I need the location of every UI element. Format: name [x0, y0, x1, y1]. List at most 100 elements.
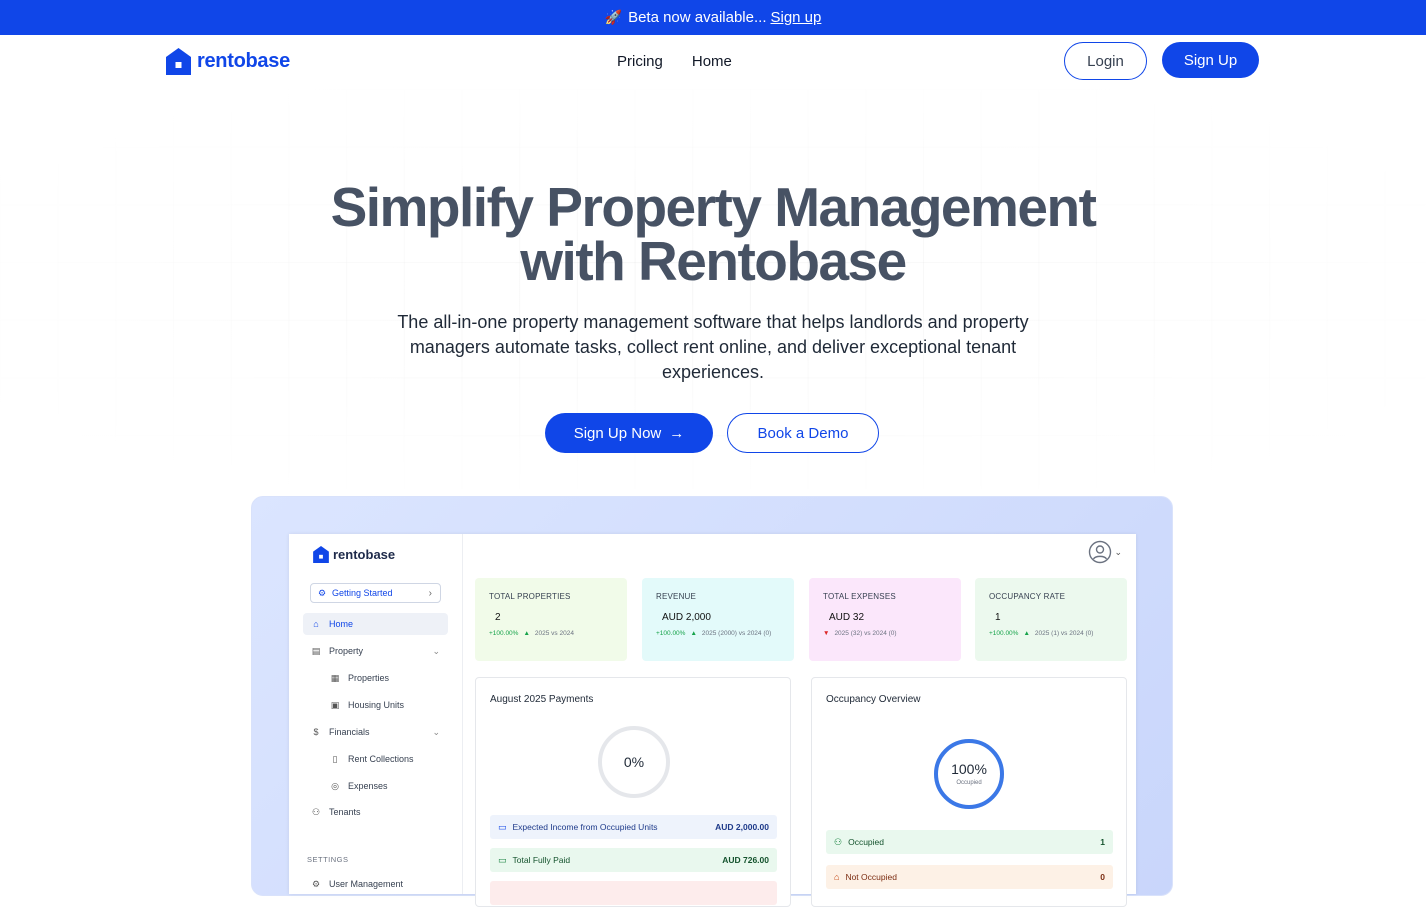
stat-value: 2 [495, 612, 501, 623]
chevron-down-icon: ⌄ [1114, 546, 1122, 557]
users-icon: ⚇ [311, 806, 321, 817]
sidebar-item-rent-collections[interactable]: ▯ Rent Collections [303, 748, 448, 770]
sidebar-item-expenses[interactable]: ◎ Expenses [303, 775, 448, 797]
stat-label: TOTAL EXPENSES [823, 592, 896, 601]
banner-text: Beta now available... [628, 9, 767, 26]
signup-now-button[interactable]: Sign Up Now → [545, 413, 713, 453]
stat-label: TOTAL PROPERTIES [489, 592, 571, 601]
building-icon: ▤ [311, 645, 321, 656]
sidebar-item-home[interactable]: ⌂ Home [303, 613, 448, 635]
sidebar-item-label: Rent Collections [348, 754, 414, 764]
triangle-up-icon: ▲ [523, 630, 530, 637]
stat-card-total-expenses: TOTAL EXPENSES AUD 32 ▼ 2025 (32) vs 202… [809, 578, 961, 661]
app-brand-logo: rentobase [313, 546, 395, 563]
sidebar-item-label: Expenses [348, 781, 388, 791]
occupancy-panel: Occupancy Overview 100% Occupied ⚇ Occup… [811, 677, 1127, 907]
banner-signup-link[interactable]: Sign up [770, 9, 821, 26]
stat-label: REVENUE [656, 592, 697, 601]
user-avatar-icon [1089, 540, 1112, 564]
expected-income-label: Expected Income from Occupied Units [512, 822, 658, 832]
sidebar-item-label: Housing Units [348, 700, 405, 710]
payments-panel: August 2025 Payments 0% ▭ Expected Incom… [475, 677, 791, 907]
stat-change-percent: +100.00% [656, 630, 686, 637]
sidebar-item-properties[interactable]: ▦ Properties [303, 667, 448, 689]
sidebar-item-property[interactable]: ▤ Property ⌄ [303, 640, 448, 662]
hero-title: Simplify Property Management with Rentob… [213, 176, 1213, 292]
not-occupied-label: Not Occupied [845, 872, 897, 882]
settings-icon: ⚙ [317, 587, 327, 598]
signup-button[interactable]: Sign Up [1162, 42, 1259, 78]
occupancy-percent: 100% [951, 761, 987, 777]
unit-icon: ▣ [330, 699, 340, 710]
rocket-icon: 🚀 [604, 9, 623, 25]
getting-started-label: Getting Started [332, 588, 393, 598]
app-brand-name: rentobase [333, 547, 396, 562]
hero-title-line2: with Rentobase [520, 230, 907, 292]
expected-income-row: ▭ Expected Income from Occupied Units AU… [490, 815, 777, 839]
stat-value: AUD 32 [829, 612, 865, 623]
announcement-banner: 🚀 Beta now available... Sign up [0, 0, 1426, 35]
home-icon: ⌂ [834, 872, 840, 882]
sidebar-item-label: Property [329, 646, 364, 656]
receipt-icon: ▯ [332, 753, 338, 764]
occupied-count: 1 [1100, 837, 1105, 847]
stat-change: +100.00% ▲ 2025 (1) vs 2024 (0) [989, 630, 1113, 637]
cash-icon: ▭ [498, 854, 507, 865]
triangle-up-icon: ▲ [1023, 630, 1030, 637]
house-icon [166, 48, 191, 75]
stat-card-total-properties: TOTAL PROPERTIES 2 +100.00% ▲ 2025 vs 20… [475, 578, 627, 661]
hero-title-line1: Simplify Property Management [330, 176, 1097, 238]
stat-value: 1 [995, 612, 1001, 623]
stat-compare: 2025 vs 2024 [534, 630, 574, 637]
sidebar-item-label: Financials [329, 727, 370, 737]
arrow-right-icon: → [669, 424, 685, 442]
triangle-up-icon: ▲ [690, 630, 697, 637]
sidebar-item-tenants[interactable]: ⚇ Tenants [303, 801, 448, 823]
getting-started-button[interactable]: ⚙ Getting Started › [310, 583, 441, 603]
chevron-right-icon: › [428, 587, 432, 599]
hero-subtitle: The all-in-one property management softw… [397, 312, 1029, 382]
occupancy-title: Occupancy Overview [826, 694, 921, 705]
nav-link-home[interactable]: Home [692, 53, 732, 70]
payments-percent: 0% [623, 754, 645, 770]
total-fully-paid-row: ▭ Total Fully Paid AUD 726.00 [490, 848, 777, 872]
stat-compare: 2025 (1) vs 2024 (0) [1034, 630, 1094, 637]
not-occupied-row: ⌂ Not Occupied 0 [826, 865, 1113, 889]
house-icon [313, 546, 329, 563]
payments-title: August 2025 Payments [490, 694, 594, 705]
sidebar-item-label: Tenants [329, 807, 361, 817]
sidebar-item-label: User Management [329, 879, 404, 889]
signup-now-label: Sign Up Now [573, 424, 662, 442]
total-fully-paid-amount: AUD 726.00 [722, 855, 769, 865]
nav-link-pricing[interactable]: Pricing [617, 53, 663, 70]
occupied-label: Occupied [848, 837, 884, 847]
not-occupied-count: 0 [1100, 872, 1105, 882]
sidebar-item-label: Home [329, 619, 354, 629]
total-fully-paid-label: Total Fully Paid [512, 855, 571, 865]
payments-row-partial [490, 881, 777, 905]
stat-card-revenue: REVENUE AUD 2,000 +100.00% ▲ 2025 (2000)… [642, 578, 794, 661]
stat-compare: 2025 (32) vs 2024 (0) [834, 630, 897, 637]
sidebar-item-financials[interactable]: $ Financials ⌄ [303, 721, 448, 743]
brand-name: rentobase [197, 50, 290, 72]
book-demo-button[interactable]: Book a Demo [727, 413, 879, 453]
sidebar-item-housing-units[interactable]: ▣ Housing Units [303, 694, 448, 716]
user-menu[interactable]: ⌄ [1088, 540, 1122, 564]
stat-change: ▼ 2025 (32) vs 2024 (0) [823, 630, 947, 637]
stat-value: AUD 2,000 [662, 612, 711, 623]
expected-income-amount: AUD 2,000.00 [715, 822, 769, 832]
chevron-down-icon: ⌄ [432, 645, 440, 656]
login-button[interactable]: Login [1064, 42, 1147, 80]
occupancy-caption: Occupied [956, 780, 982, 786]
sidebar-section-settings: SETTINGS [307, 855, 349, 864]
brand-logo[interactable]: rentobase [166, 48, 290, 75]
stat-compare: 2025 (2000) vs 2024 (0) [701, 630, 772, 637]
wallet-icon: ▭ [498, 821, 507, 832]
dashboard-preview: rentobase ⚙ Getting Started › ⌂ Home ▤ P… [289, 534, 1136, 907]
stat-card-occupancy-rate: OCCUPANCY RATE 1 +100.00% ▲ 2025 (1) vs … [975, 578, 1127, 661]
building-icon: ▦ [330, 672, 340, 683]
stat-change: +100.00% ▲ 2025 vs 2024 [489, 630, 613, 637]
app-sidebar: rentobase ⚙ Getting Started › ⌂ Home ▤ P… [289, 534, 463, 894]
sidebar-item-user-management[interactable]: ⚙ User Management [303, 873, 448, 895]
dollar-icon: $ [313, 727, 319, 737]
